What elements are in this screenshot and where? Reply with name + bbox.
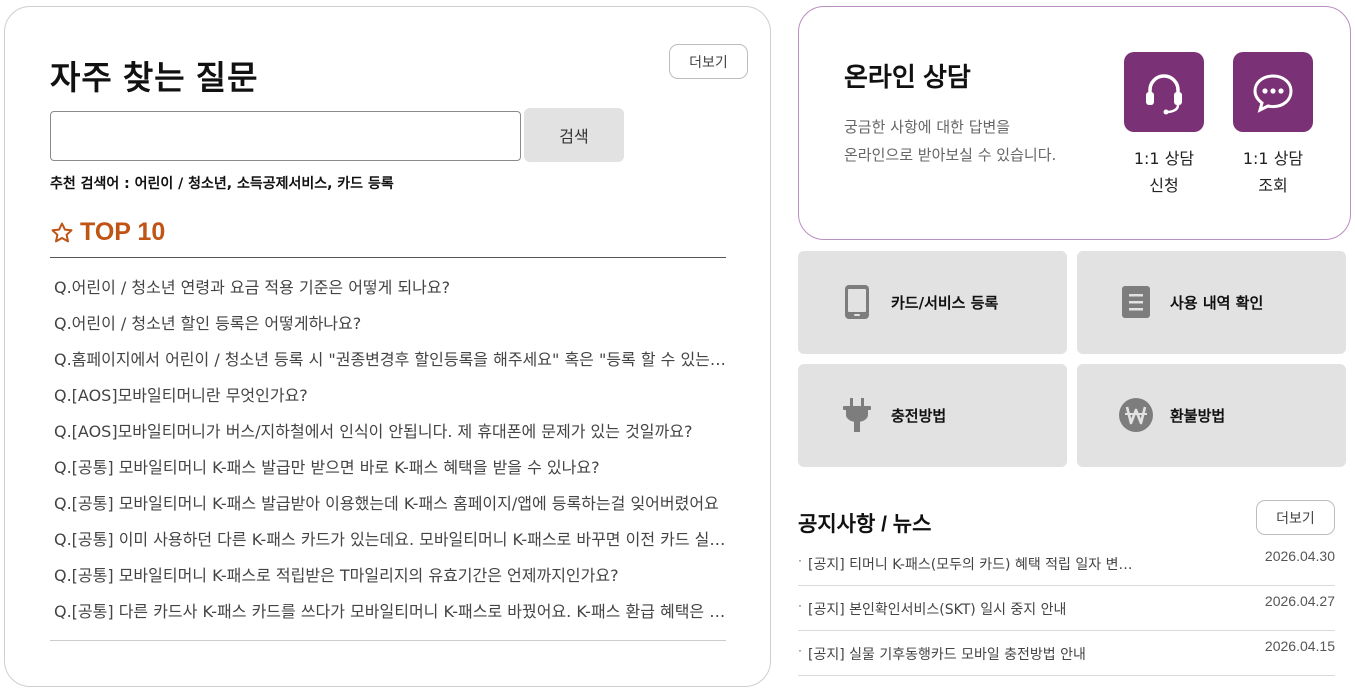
bullet-icon: ·	[798, 643, 802, 657]
faq-search-input[interactable]	[50, 111, 521, 161]
faq-bottom-divider	[50, 640, 726, 641]
quick-menu-label: 충전방법	[891, 407, 947, 425]
consult-apply-button[interactable]: 1:1 상담 신청	[1124, 52, 1204, 199]
chat-bubble-icon	[1253, 74, 1293, 113]
notice-date: 2026.04.15	[1264, 638, 1335, 654]
phone-icon	[845, 285, 869, 319]
bullet-icon: ·	[798, 553, 802, 567]
recommended-keywords: 추천 검색어 : 어린이 / 청소년, 소득공제서비스, 카드 등록	[50, 176, 394, 192]
tile-label-line: 신청	[1149, 176, 1179, 195]
faq-title: 자주 찾는 질문	[50, 59, 259, 96]
quick-refund-method-button[interactable]: 환불방법	[1077, 364, 1346, 467]
consult-apply-icon-box	[1124, 52, 1204, 132]
plug-icon	[843, 398, 871, 432]
tile-label-line: 1:1 상담	[1133, 149, 1195, 168]
faq-more-button[interactable]: 더보기	[669, 44, 748, 79]
faq-question-item[interactable]: Q.[공통] 모바일티머니 K-패스 발급만 받으면 바로 K-패스 혜택을 받…	[54, 452, 726, 488]
consult-desc-line: 궁금한 사항에 대한 답변을	[844, 118, 1011, 136]
tile-label-line: 조회	[1258, 176, 1288, 195]
top10-divider	[50, 257, 726, 258]
faq-question-list: Q.어린이 / 청소년 연령과 요금 적용 기준은 어떻게 되나요? Q.어린이…	[54, 272, 726, 632]
consult-apply-label: 1:1 상담 신청	[1124, 145, 1204, 199]
consult-title: 온라인 상담	[844, 62, 971, 92]
notice-item[interactable]: · [공지] 본인확인서비스(SKT) 일시 중지 안내 2026.04.27	[798, 586, 1335, 631]
quick-usage-history-button[interactable]: 사용 내역 확인	[1077, 251, 1346, 354]
faq-question-item[interactable]: Q.[공통] 모바일티머니 K-패스로 적립받은 T마일리지의 유효기간은 언제…	[54, 560, 726, 596]
quick-card-register-button[interactable]: 카드/서비스 등록	[798, 251, 1067, 354]
faq-question-item[interactable]: Q.어린이 / 청소년 할인 등록은 어떻게하나요?	[54, 308, 726, 344]
bullet-icon: ·	[798, 598, 802, 612]
notice-title: 공지사항 / 뉴스	[798, 513, 932, 536]
notice-text: [공지] 실물 기후동행카드 모바일 충전방법 안내	[808, 647, 1086, 663]
faq-question-item[interactable]: Q.[AOS]모바일티머니란 무엇인가요?	[54, 380, 726, 416]
star-icon	[51, 222, 73, 242]
tile-label-line: 1:1 상담	[1242, 149, 1304, 168]
consult-description: 궁금한 사항에 대한 답변을 온라인으로 받아보실 수 있습니다.	[844, 113, 1056, 169]
headset-icon	[1146, 74, 1182, 115]
won-icon	[1119, 398, 1153, 432]
quick-charge-method-button[interactable]: 충전방법	[798, 364, 1067, 467]
top10-heading: TOP 10	[50, 218, 165, 247]
quick-menu-label: 사용 내역 확인	[1170, 294, 1264, 312]
consult-desc-line: 온라인으로 받아보실 수 있습니다.	[844, 146, 1057, 164]
consult-inquiry-icon-box	[1233, 52, 1313, 132]
faq-question-item[interactable]: Q.[공통] 모바일티머니 K-패스 발급받아 이용했는데 K-패스 홈페이지/…	[54, 488, 726, 524]
notice-text: [공지] 티머니 K-패스(모두의 카드) 혜택 적립 일자 변경 안내	[808, 557, 1138, 573]
faq-question-item[interactable]: Q.[공통] 다른 카드사 K-패스 카드를 쓰다가 모바일티머니 K-패스로 …	[54, 596, 726, 632]
notice-item[interactable]: · [공지] 티머니 K-패스(모두의 카드) 혜택 적립 일자 변경 안내 2…	[798, 541, 1335, 586]
quick-menu-label: 카드/서비스 등록	[891, 294, 999, 312]
quick-icon-wrap	[1117, 283, 1155, 321]
quick-menu-label: 환불방법	[1170, 407, 1226, 425]
quick-icon-wrap	[1117, 396, 1155, 434]
quick-icon-wrap	[838, 396, 876, 434]
faq-question-item[interactable]: Q.[공통] 이미 사용하던 다른 K-패스 카드가 있는데요. 모바일티머니 …	[54, 524, 726, 560]
notice-more-button[interactable]: 더보기	[1256, 500, 1335, 535]
notice-text: [공지] 본인확인서비스(SKT) 일시 중지 안내	[808, 602, 1067, 618]
notice-item[interactable]: · [공지] 실물 기후동행카드 모바일 충전방법 안내 2026.04.15	[798, 631, 1335, 676]
faq-question-item[interactable]: Q.홈페이지에서 어린이 / 청소년 등록 시 "권종변경후 할인등록을 해주세…	[54, 344, 726, 380]
notice-date: 2026.04.27	[1264, 593, 1335, 609]
consult-inquiry-label: 1:1 상담 조회	[1233, 145, 1313, 199]
top10-label: TOP 10	[80, 218, 166, 246]
faq-search-button[interactable]: 검색	[524, 108, 624, 162]
document-icon	[1122, 286, 1150, 318]
online-consult-panel: 온라인 상담 궁금한 사항에 대한 답변을 온라인으로 받아보실 수 있습니다.…	[798, 6, 1351, 240]
notice-date: 2026.04.30	[1264, 548, 1335, 564]
quick-icon-wrap	[838, 283, 876, 321]
notice-list: · [공지] 티머니 K-패스(모두의 카드) 혜택 적립 일자 변경 안내 2…	[798, 541, 1335, 676]
faq-panel: 자주 찾는 질문 더보기 검색 추천 검색어 : 어린이 / 청소년, 소득공제…	[4, 6, 771, 687]
faq-question-item[interactable]: Q.어린이 / 청소년 연령과 요금 적용 기준은 어떻게 되나요?	[54, 272, 726, 308]
faq-question-item[interactable]: Q.[AOS]모바일티머니가 버스/지하철에서 인식이 안됩니다. 제 휴대폰에…	[54, 416, 726, 452]
consult-inquiry-button[interactable]: 1:1 상담 조회	[1233, 52, 1313, 199]
